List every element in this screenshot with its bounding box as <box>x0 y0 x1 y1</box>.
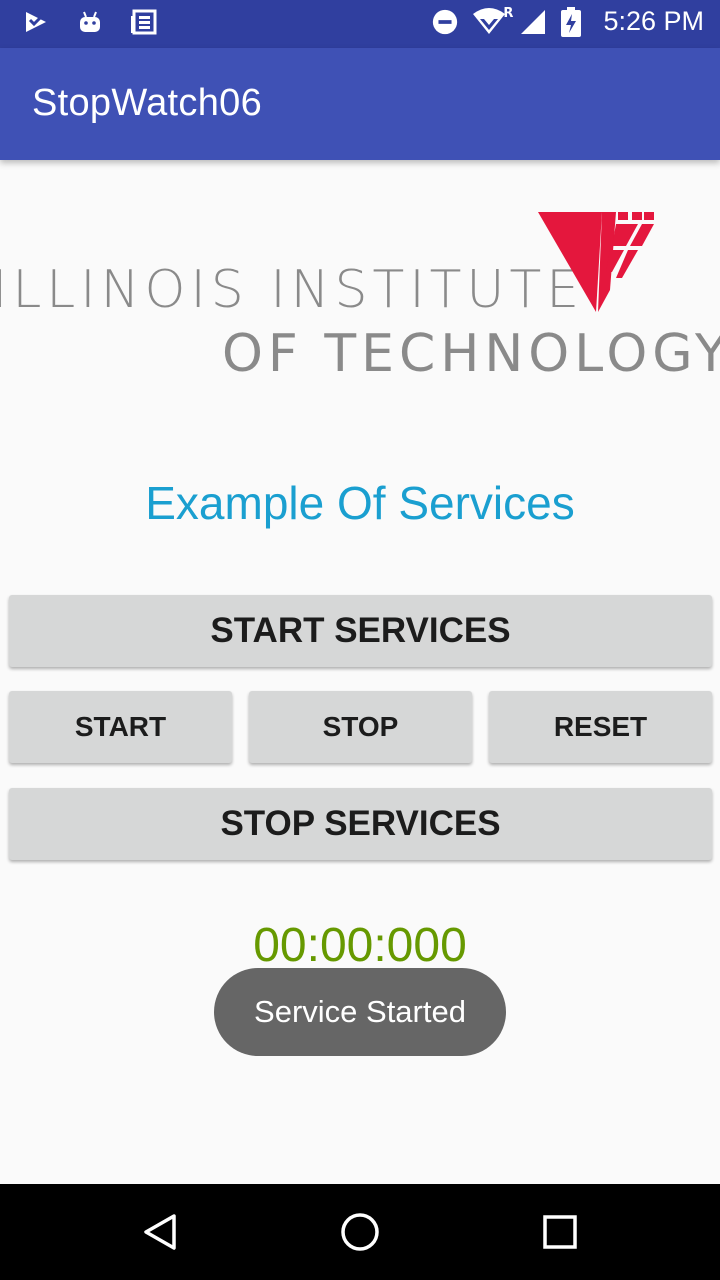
app-title: StopWatch06 <box>32 82 263 124</box>
toast-message: Service Started <box>214 968 506 1056</box>
app-bar: StopWatch06 <box>0 48 720 160</box>
status-bar: R 5:26 PM <box>0 0 720 48</box>
timer-display: 00:00:000 <box>253 919 467 972</box>
start-button[interactable]: START <box>9 691 232 763</box>
back-icon[interactable] <box>140 1212 180 1252</box>
iit-logo-mark-icon <box>538 212 654 312</box>
android-icon <box>76 8 104 36</box>
navigation-bar <box>0 1184 720 1280</box>
start-services-button[interactable]: START SERVICES <box>9 595 712 667</box>
home-icon[interactable] <box>340 1212 380 1252</box>
news-icon <box>130 8 158 36</box>
iit-logo: ILLINOIS INSTITUTE OF TECHNOLOGY <box>0 200 720 390</box>
play-store-icon <box>22 8 50 36</box>
stop-button[interactable]: STOP <box>249 691 472 763</box>
battery-icon <box>557 6 585 37</box>
logo-line-1: ILLINOIS INSTITUTE <box>0 260 585 320</box>
logo-line-2: OF TECHNOLOGY <box>222 324 720 384</box>
do-not-disturb-icon <box>431 8 459 36</box>
stop-services-button[interactable]: STOP SERVICES <box>9 788 712 860</box>
status-time: 5:26 PM <box>603 6 704 36</box>
signal-icon <box>519 8 547 36</box>
wifi-icon: R <box>469 6 513 36</box>
recents-icon[interactable] <box>540 1212 580 1252</box>
reset-button[interactable]: RESET <box>489 691 712 763</box>
page-heading: Example Of Services <box>145 477 575 529</box>
roaming-label: R <box>503 5 514 21</box>
